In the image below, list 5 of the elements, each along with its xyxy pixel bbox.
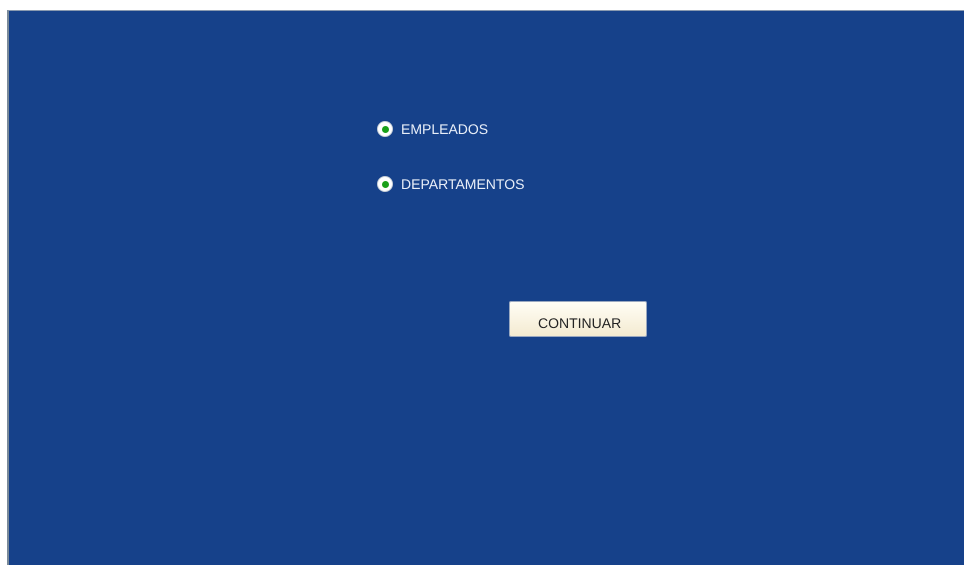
radio-button[interactable]: [377, 121, 393, 137]
option-label[interactable]: EMPLEADOS: [401, 118, 488, 140]
continue-button[interactable]: CONTINUAR: [509, 301, 647, 337]
option-label[interactable]: DEPARTAMENTOS: [401, 174, 524, 194]
radio-button[interactable]: [377, 176, 393, 192]
